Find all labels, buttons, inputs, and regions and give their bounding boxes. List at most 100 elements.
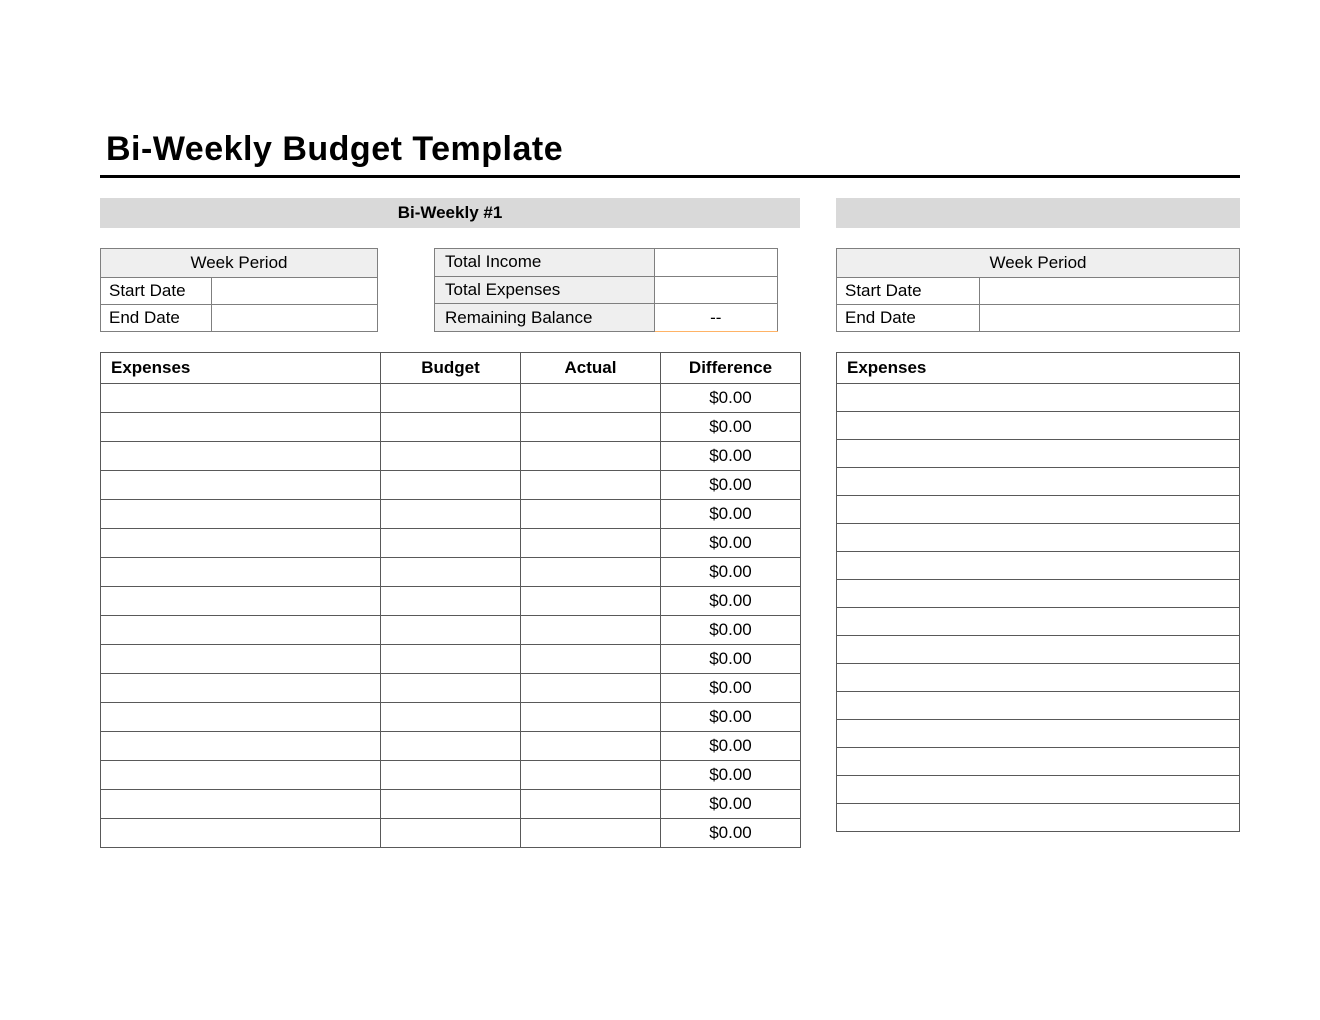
table-row: $0.00 xyxy=(101,761,801,790)
table-row xyxy=(837,748,1240,776)
expense-name-cell[interactable] xyxy=(837,580,1240,608)
expense-name-cell[interactable] xyxy=(101,790,381,819)
actual-cell[interactable] xyxy=(521,616,661,645)
expense-name-cell[interactable] xyxy=(101,384,381,413)
table-row xyxy=(837,552,1240,580)
actual-cell[interactable] xyxy=(521,384,661,413)
expense-name-cell[interactable] xyxy=(837,636,1240,664)
total-expenses-value[interactable] xyxy=(654,276,777,304)
end-date-label: End Date xyxy=(101,305,212,332)
actual-cell[interactable] xyxy=(521,761,661,790)
expense-name-cell[interactable] xyxy=(837,608,1240,636)
budget-cell[interactable] xyxy=(381,819,521,848)
total-expenses-label: Total Expenses xyxy=(435,276,655,304)
expense-name-cell[interactable] xyxy=(837,552,1240,580)
budget-cell[interactable] xyxy=(381,384,521,413)
expense-name-cell[interactable] xyxy=(101,558,381,587)
budget-cell[interactable] xyxy=(381,674,521,703)
expense-name-cell[interactable] xyxy=(101,761,381,790)
actual-cell[interactable] xyxy=(521,587,661,616)
biweekly-1-header: Bi-Weekly #1 xyxy=(100,198,800,228)
table-row: $0.00 xyxy=(101,500,801,529)
expense-name-cell[interactable] xyxy=(101,616,381,645)
table-row: $0.00 xyxy=(101,384,801,413)
budget-cell[interactable] xyxy=(381,645,521,674)
budget-cell[interactable] xyxy=(381,761,521,790)
actual-cell[interactable] xyxy=(521,442,661,471)
start-date-value-2[interactable] xyxy=(979,278,1239,305)
expense-name-cell[interactable] xyxy=(837,804,1240,832)
budget-cell[interactable] xyxy=(381,616,521,645)
actual-cell[interactable] xyxy=(521,413,661,442)
start-date-label: Start Date xyxy=(101,278,212,305)
col-expenses-2: Expenses xyxy=(837,353,1240,384)
budget-cell[interactable] xyxy=(381,413,521,442)
actual-cell[interactable] xyxy=(521,645,661,674)
table-row xyxy=(837,384,1240,412)
budget-cell[interactable] xyxy=(381,442,521,471)
budget-cell[interactable] xyxy=(381,703,521,732)
expense-name-cell[interactable] xyxy=(837,720,1240,748)
expense-name-cell[interactable] xyxy=(101,413,381,442)
budget-cell[interactable] xyxy=(381,529,521,558)
actual-cell[interactable] xyxy=(521,732,661,761)
table-row: $0.00 xyxy=(101,471,801,500)
actual-cell[interactable] xyxy=(521,558,661,587)
expense-name-cell[interactable] xyxy=(101,732,381,761)
difference-cell: $0.00 xyxy=(661,616,801,645)
table-row: $0.00 xyxy=(101,413,801,442)
table-row: $0.00 xyxy=(101,703,801,732)
col-budget: Budget xyxy=(381,353,521,384)
difference-cell: $0.00 xyxy=(661,732,801,761)
expense-name-cell[interactable] xyxy=(101,674,381,703)
table-row: $0.00 xyxy=(101,442,801,471)
expense-name-cell[interactable] xyxy=(101,645,381,674)
table-row: $0.00 xyxy=(101,819,801,848)
budget-cell[interactable] xyxy=(381,558,521,587)
title-rule xyxy=(100,175,1240,178)
budget-cell[interactable] xyxy=(381,587,521,616)
actual-cell[interactable] xyxy=(521,471,661,500)
table-row xyxy=(837,496,1240,524)
budget-cell[interactable] xyxy=(381,471,521,500)
page-title: Bi-Weekly Budget Template xyxy=(100,130,1240,169)
expense-name-cell[interactable] xyxy=(837,384,1240,412)
expense-name-cell[interactable] xyxy=(837,412,1240,440)
actual-cell[interactable] xyxy=(521,529,661,558)
table-row xyxy=(837,720,1240,748)
biweekly-2-column: Week Period Start Date End Date Expenses xyxy=(836,198,1240,848)
expense-name-cell[interactable] xyxy=(837,776,1240,804)
budget-cell[interactable] xyxy=(381,732,521,761)
expense-name-cell[interactable] xyxy=(101,442,381,471)
difference-cell: $0.00 xyxy=(661,384,801,413)
expense-name-cell[interactable] xyxy=(837,496,1240,524)
budget-cell[interactable] xyxy=(381,790,521,819)
col-difference: Difference xyxy=(661,353,801,384)
expense-name-cell[interactable] xyxy=(837,692,1240,720)
expense-name-cell[interactable] xyxy=(101,587,381,616)
expense-name-cell[interactable] xyxy=(101,819,381,848)
actual-cell[interactable] xyxy=(521,674,661,703)
actual-cell[interactable] xyxy=(521,703,661,732)
actual-cell[interactable] xyxy=(521,500,661,529)
actual-cell[interactable] xyxy=(521,790,661,819)
expense-name-cell[interactable] xyxy=(101,529,381,558)
actual-cell[interactable] xyxy=(521,819,661,848)
expense-name-cell[interactable] xyxy=(837,524,1240,552)
expense-name-cell[interactable] xyxy=(837,440,1240,468)
expense-name-cell[interactable] xyxy=(837,664,1240,692)
start-date-value[interactable] xyxy=(211,278,377,305)
budget-cell[interactable] xyxy=(381,500,521,529)
week-period-heading-2: Week Period xyxy=(837,249,1240,278)
end-date-value-2[interactable] xyxy=(979,305,1239,332)
col-actual: Actual xyxy=(521,353,661,384)
table-row: $0.00 xyxy=(101,732,801,761)
expense-name-cell[interactable] xyxy=(101,500,381,529)
total-income-value[interactable] xyxy=(654,249,777,277)
end-date-value[interactable] xyxy=(211,305,377,332)
expense-name-cell[interactable] xyxy=(101,703,381,732)
expense-name-cell[interactable] xyxy=(101,471,381,500)
start-date-label-2: Start Date xyxy=(837,278,980,305)
expense-name-cell[interactable] xyxy=(837,468,1240,496)
expense-name-cell[interactable] xyxy=(837,748,1240,776)
